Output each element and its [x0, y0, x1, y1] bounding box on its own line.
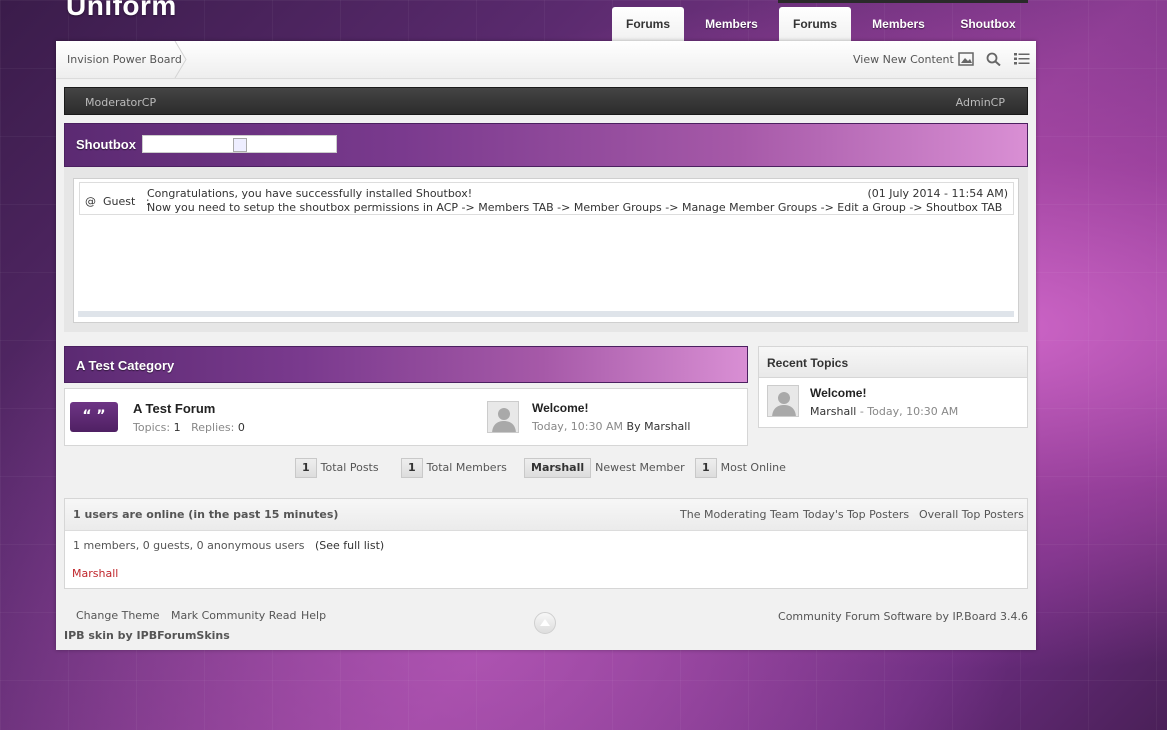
mention-icon[interactable]: @: [85, 195, 96, 208]
last-post-by-label: By: [626, 420, 641, 433]
stat-label: Total Members: [426, 461, 507, 474]
board-stats: 1 Total Posts 1 Total Members Marshall Newe…: [56, 458, 1036, 480]
shout-message: @ Guest : Congratulations, you have succ…: [79, 182, 1014, 215]
primary-nav: Forums Members Forums Members Shoutbox: [612, 7, 1030, 41]
shout-time: (01 July 2014 - 11:54 AM): [867, 187, 1008, 200]
moderator-bar: ModeratorCP AdminCP: [64, 87, 1028, 115]
arrow-up-icon: [540, 619, 550, 626]
stat-label: Total Posts: [320, 461, 379, 474]
topics-count: 1: [173, 421, 181, 434]
footer: Change Theme Mark Community Read Help IP…: [56, 597, 1036, 650]
stat-value: 1: [695, 458, 717, 478]
breadcrumb-bar: Invision Power Board View New Content: [56, 41, 1036, 79]
moderator-cp-link[interactable]: ModeratorCP: [85, 96, 156, 109]
shout-author: @ Guest :: [85, 195, 150, 208]
tab-members-2[interactable]: Members: [851, 7, 946, 41]
avatar[interactable]: [487, 401, 519, 433]
user-bar: [778, 0, 1028, 3]
tab-forums-2[interactable]: Forums: [779, 7, 851, 41]
topics-label: Topics:: [133, 421, 171, 434]
shout-text-line-1: Congratulations, you have successfully i…: [147, 187, 473, 200]
forum-stats: Topics: 1 Replies: 0: [133, 421, 245, 434]
shout-author-name[interactable]: Guest: [103, 195, 135, 208]
last-post-author[interactable]: Marshall: [644, 420, 690, 433]
stat-total-posts: 1 Total Posts: [295, 458, 379, 478]
mark-community-read-link[interactable]: Mark Community Read: [171, 609, 296, 622]
see-full-list-link[interactable]: (See full list): [315, 539, 384, 552]
shoutbox-messages: @ Guest : Congratulations, you have succ…: [73, 178, 1019, 323]
shoutbox-body: @ Guest : Congratulations, you have succ…: [64, 167, 1028, 332]
online-user-link[interactable]: Marshall: [72, 567, 118, 580]
overall-top-posters-link[interactable]: Overall Top Posters: [919, 508, 1024, 521]
user-silhouette-icon: [772, 392, 796, 416]
shoutbox-header: Shoutbox: [64, 123, 1028, 167]
back-to-top-button[interactable]: [534, 612, 556, 634]
breadcrumb-root[interactable]: Invision Power Board: [67, 53, 182, 66]
recent-topic-author[interactable]: Marshall: [810, 405, 856, 418]
site-logo[interactable]: Uniform: [66, 0, 177, 22]
change-theme-link[interactable]: Change Theme: [76, 609, 160, 622]
replies-count: 0: [237, 421, 245, 434]
horizontal-scrollbar[interactable]: [78, 311, 1014, 317]
forum-name[interactable]: A Test Forum: [133, 401, 215, 416]
search-icon[interactable]: [986, 52, 1002, 66]
broken-image-icon: [233, 138, 247, 152]
stat-label: Newest Member: [595, 461, 685, 474]
tab-shoutbox[interactable]: Shoutbox: [946, 7, 1030, 41]
recent-topics-header: Recent Topics: [759, 347, 1027, 378]
stat-label: Most Online: [720, 461, 786, 474]
stat-newest-member: Marshall Newest Member: [524, 458, 685, 478]
todays-top-posters-link[interactable]: Today's Top Posters: [803, 508, 909, 521]
help-link[interactable]: Help: [301, 609, 326, 622]
shout-text-line-2: Now you need to setup the shoutbox permi…: [147, 201, 1003, 214]
main-container: Invision Power Board View New Content Mo…: [56, 41, 1036, 650]
online-users-title: 1 users are online (in the past 15 minut…: [73, 508, 339, 521]
moderating-team-link[interactable]: The Moderating Team: [680, 508, 799, 521]
copyright-link[interactable]: Community Forum Software by IP.Board 3.4…: [778, 610, 1028, 623]
recent-topic-meta: Marshall - Today, 10:30 AM: [810, 405, 958, 418]
avatar[interactable]: [767, 385, 799, 417]
shout-input[interactable]: [142, 135, 337, 153]
skin-credit[interactable]: IPB skin by IPBForumSkins: [64, 629, 230, 642]
online-counts-text: 1 members, 0 guests, 0 anonymous users: [73, 539, 305, 552]
forum-row: “ ” A Test Forum Topics: 1 Replies: 0 We…: [64, 388, 748, 446]
last-post-title[interactable]: Welcome!: [532, 401, 588, 415]
replies-label: Replies:: [191, 421, 235, 434]
recent-topic-time: - Today, 10:30 AM: [859, 405, 959, 418]
admin-cp-link[interactable]: AdminCP: [956, 96, 1005, 109]
quote-icon: “ ”: [70, 402, 118, 432]
stat-total-members: 1 Total Members: [401, 458, 507, 478]
last-post-time: Today, 10:30 AM: [532, 420, 624, 433]
tab-members[interactable]: Members: [684, 7, 779, 41]
online-users-panel: 1 users are online (in the past 15 minut…: [64, 498, 1028, 589]
stat-value: 1: [295, 458, 317, 478]
category-title[interactable]: A Test Category: [76, 358, 174, 373]
shoutbox-title: Shoutbox: [76, 137, 136, 152]
recent-topics-panel: Recent Topics Welcome! Marshall - Today,…: [758, 346, 1028, 428]
image-icon[interactable]: [958, 52, 974, 66]
newest-member-link[interactable]: Marshall: [524, 458, 592, 478]
view-new-content-link[interactable]: View New Content: [853, 53, 954, 66]
last-post-meta: Today, 10:30 AM By Marshall: [532, 420, 690, 433]
recent-topic-title[interactable]: Welcome!: [810, 386, 866, 400]
online-counts: 1 members, 0 guests, 0 anonymous users (…: [73, 539, 384, 552]
user-silhouette-icon: [492, 408, 516, 432]
list-icon[interactable]: [1014, 52, 1030, 66]
breadcrumb-separator-icon: [174, 41, 187, 78]
tab-forums[interactable]: Forums: [612, 7, 684, 41]
recent-topics-title: Recent Topics: [767, 356, 849, 370]
stat-most-online: 1 Most Online: [695, 458, 786, 478]
stat-value: 1: [401, 458, 423, 478]
online-users-header: 1 users are online (in the past 15 minut…: [65, 499, 1027, 531]
category-header: A Test Category: [64, 346, 748, 383]
